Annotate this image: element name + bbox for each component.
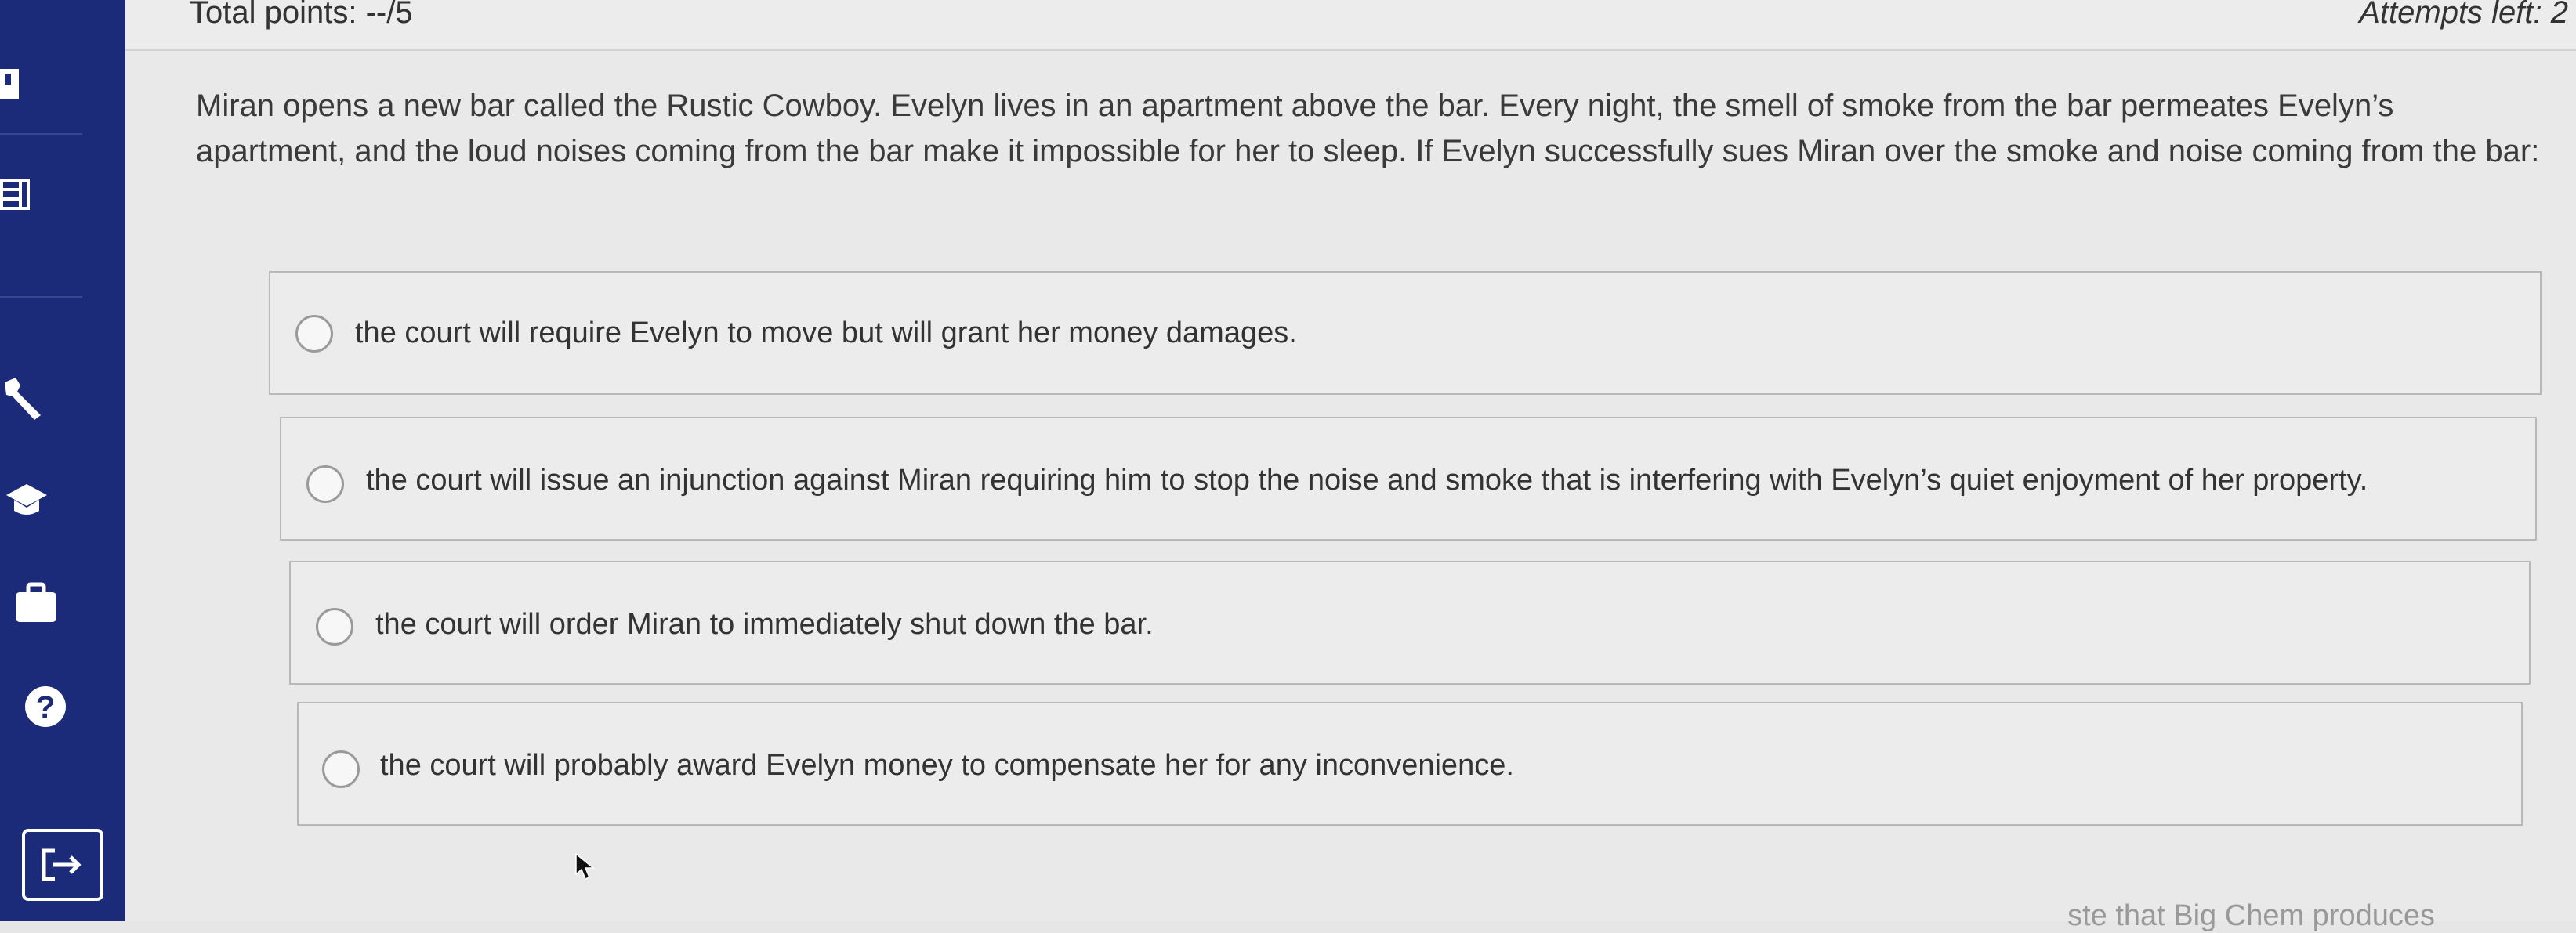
radio-button[interactable] — [322, 750, 360, 788]
answer-option-3[interactable]: the court will order Miran to immediatel… — [289, 561, 2531, 685]
answer-option-4[interactable]: the court will probably award Evelyn mon… — [297, 702, 2523, 826]
next-question-preview: ste that Big Chem produces — [2067, 899, 2435, 932]
wrench-icon[interactable] — [2, 374, 45, 421]
answer-option-label: the court will issue an injunction again… — [366, 464, 2368, 497]
question-text: Miran opens a new bar called the Rustic … — [196, 89, 2540, 168]
radio-button[interactable] — [316, 608, 353, 646]
radio-button[interactable] — [295, 315, 333, 353]
total-points: Total points: --/5 — [190, 0, 413, 30]
graduation-cap-icon[interactable] — [5, 481, 49, 519]
help-icon[interactable]: ? — [24, 685, 67, 729]
radio-button[interactable] — [306, 465, 344, 503]
gradebook-icon[interactable] — [0, 177, 31, 212]
sidebar-divider — [0, 133, 82, 135]
answer-option-label: the court will order Miran to immediatel… — [375, 608, 1154, 641]
mouse-cursor-icon — [574, 852, 598, 884]
answer-option-label: the court will require Evelyn to move bu… — [355, 316, 1297, 349]
sidebar-divider — [0, 296, 82, 298]
attempts-left: Attempts left: 2 — [2359, 0, 2568, 30]
book-icon[interactable] — [0, 64, 24, 103]
header-bar: Total points: --/5 Attempts left: 2 — [125, 0, 2576, 51]
svg-text:?: ? — [36, 690, 55, 725]
answer-option-label: the court will probably award Evelyn mon… — [380, 749, 1514, 782]
answer-option-2[interactable]: the court will issue an injunction again… — [280, 417, 2537, 541]
sidebar: ? — [0, 0, 125, 921]
answer-option-1[interactable]: the court will require Evelyn to move bu… — [269, 271, 2542, 395]
briefcase-icon[interactable] — [14, 581, 60, 624]
main-content: Total points: --/5 Attempts left: 2 Mira… — [125, 0, 2576, 932]
exit-icon[interactable] — [22, 829, 103, 901]
